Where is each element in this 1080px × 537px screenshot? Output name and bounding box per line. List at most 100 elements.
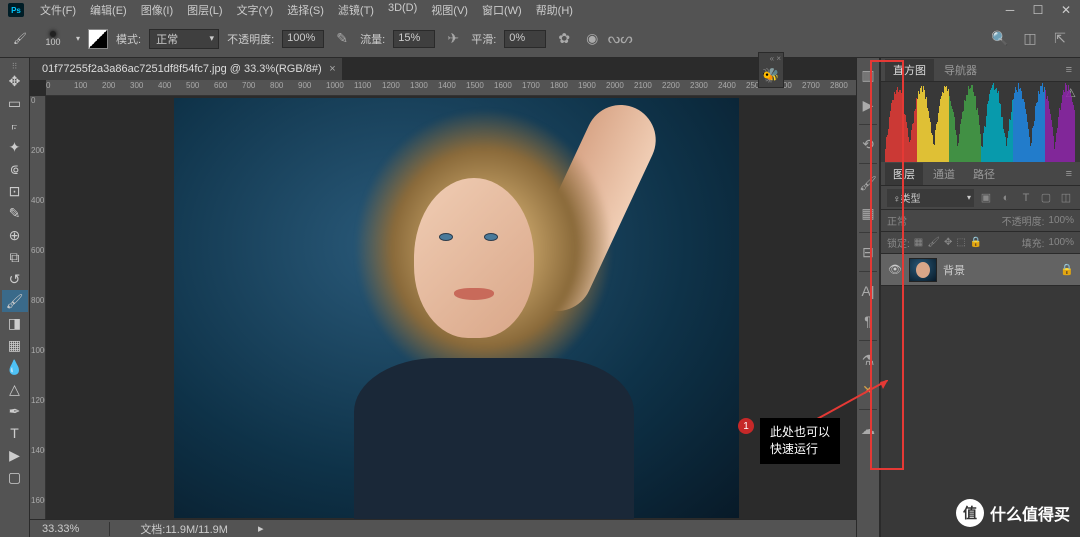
brush-settings-icon[interactable] [88, 29, 108, 49]
menu-help[interactable]: 帮助(H) [530, 0, 579, 20]
path-select-tool[interactable]: ▶ [2, 444, 28, 466]
dodge-tool[interactable]: △ [2, 378, 28, 400]
maximize-button[interactable]: ☐ [1024, 0, 1052, 20]
eraser-tool[interactable]: ◨ [2, 312, 28, 334]
tab-channels[interactable]: 通道 [925, 163, 963, 185]
smoothing-options-icon[interactable]: ✿ [554, 29, 574, 49]
titlebar: Ps 文件(F) 编辑(E) 图像(I) 图层(L) 文字(Y) 选择(S) 滤… [0, 0, 1080, 20]
layer-name[interactable]: 背景 [943, 262, 965, 278]
lock-trans-icon[interactable]: ▦ [914, 237, 923, 248]
pressure-size-icon[interactable]: ◉ [582, 29, 602, 49]
layer-visibility-icon[interactable]: 👁 [887, 263, 903, 276]
brush-tool[interactable]: 🖌 [2, 290, 28, 312]
tab-histogram[interactable]: 直方图 [885, 59, 934, 81]
menu-view[interactable]: 视图(V) [425, 0, 474, 20]
panel-icon-paragraph[interactable]: ¶ [858, 310, 878, 332]
eyedropper-tool[interactable]: ✎ [2, 202, 28, 224]
panel-icon-adjust[interactable]: ⊟ [858, 241, 878, 263]
panel-icon-history[interactable]: ⟲ [858, 133, 878, 155]
blend-mode-dropdown[interactable]: 正常 [149, 29, 219, 49]
marquee-tool[interactable]: ▭ [2, 92, 28, 114]
menu-select[interactable]: 选择(S) [281, 0, 330, 20]
brush-preset-picker[interactable]: 100 [38, 24, 68, 54]
zoom-level[interactable]: 33.33% [42, 523, 79, 535]
toolbox-grip[interactable]: ⠿ [12, 62, 18, 70]
share-icon[interactable]: ⇱ [1050, 29, 1070, 49]
crop-tool[interactable]: ⟃ [2, 158, 28, 180]
pen-tool[interactable]: ✒ [2, 400, 28, 422]
panel-icon-plugin1[interactable]: ⚗ [858, 349, 878, 371]
doc-info[interactable]: 文档:11.9M/11.9M [140, 521, 228, 537]
move-tool[interactable]: ✥ [2, 70, 28, 92]
gradient-tool[interactable]: ▦ [2, 334, 28, 356]
menu-image[interactable]: 图像(I) [135, 0, 179, 20]
quick-select-tool[interactable]: ✦ [2, 136, 28, 158]
lasso-tool[interactable]: ⟔ [2, 114, 28, 136]
menu-type[interactable]: 文字(Y) [231, 0, 280, 20]
clone-tool[interactable]: ⧉ [2, 246, 28, 268]
type-tool[interactable]: T [2, 422, 28, 444]
filter-adjust-icon[interactable]: ◐ [998, 190, 1014, 206]
layer-blend-mode[interactable]: 正常 [887, 213, 907, 228]
minimize-button[interactable]: ─ [996, 0, 1024, 20]
lock-all-icon[interactable]: 🔒 [970, 237, 982, 248]
pressure-opacity-icon[interactable]: ✎ [332, 29, 352, 49]
lock-paint-icon[interactable]: 🖌 [927, 237, 940, 248]
layer-opacity-value[interactable]: 100% [1048, 215, 1074, 226]
close-button[interactable]: ✕ [1052, 0, 1080, 20]
blur-tool[interactable]: 💧 [2, 356, 28, 378]
filter-pixel-icon[interactable]: ▣ [978, 190, 994, 206]
canvas-viewport[interactable] [46, 96, 856, 519]
opacity-input[interactable]: 100% [282, 30, 324, 48]
tab-paths[interactable]: 路径 [965, 163, 1003, 185]
layer-filter-dropdown[interactable]: ♀类型 [887, 189, 974, 207]
tab-navigator[interactable]: 导航器 [936, 59, 985, 81]
ruler-vertical[interactable]: 02004006008001000120014001600 [30, 96, 46, 519]
history-brush-tool[interactable]: ↺ [2, 268, 28, 290]
tool-preset-picker[interactable]: 🖌 [10, 29, 30, 49]
panel-icon-brush[interactable]: 🖌 [858, 172, 878, 194]
shape-tool[interactable]: ▢ [2, 466, 28, 488]
search-icon[interactable]: 🔍 [990, 29, 1010, 49]
menu-3d[interactable]: 3D(D) [382, 0, 423, 20]
lock-artboard-icon[interactable]: ⬚ [956, 237, 965, 248]
panel-icon-play[interactable]: ▶ [858, 94, 878, 116]
menu-edit[interactable]: 编辑(E) [84, 0, 133, 20]
frame-tool[interactable]: ⊡ [2, 180, 28, 202]
tab-layers[interactable]: 图层 [885, 163, 923, 185]
layer-row[interactable]: 👁 背景 🔒 [881, 254, 1080, 286]
brush-panel-toggle[interactable]: ▾ [76, 34, 80, 43]
symmetry-icon[interactable]: ᔓᔕ [610, 29, 630, 49]
layer-thumbnail[interactable] [909, 258, 937, 282]
smoothing-input[interactable]: 0% [504, 30, 546, 48]
panel-icon-libraries[interactable]: ☁ [858, 418, 878, 440]
menu-file[interactable]: 文件(F) [34, 0, 82, 20]
smoothing-label: 平滑: [471, 31, 496, 47]
tab-close-icon[interactable]: × [329, 63, 335, 75]
lock-pos-icon[interactable]: ✥ [944, 237, 952, 248]
workspace-icon[interactable]: ◫ [1020, 29, 1040, 49]
menu-window[interactable]: 窗口(W) [476, 0, 528, 20]
filter-smart-icon[interactable]: ◫ [1058, 190, 1074, 206]
fill-value[interactable]: 100% [1048, 237, 1074, 248]
panel-menu-icon[interactable]: ≡ [1062, 64, 1076, 76]
panel-icon-typekit[interactable]: A| [858, 280, 878, 302]
panel-icon-presets[interactable]: ▥ [858, 64, 878, 86]
ruler-horizontal[interactable]: 0100200300400500600700800900100011001200… [46, 80, 856, 96]
menu-layer[interactable]: 图层(L) [181, 0, 228, 20]
status-chevron-icon[interactable]: ▸ [258, 522, 264, 535]
panel-icon-plugin2[interactable]: ✕ [858, 379, 878, 401]
document-tab[interactable]: 01f77255f2a3a86ac7251df8f54fc7.jpg @ 33.… [30, 58, 342, 80]
healing-tool[interactable]: ⊕ [2, 224, 28, 246]
filter-shape-icon[interactable]: ▢ [1038, 190, 1054, 206]
menu-filter[interactable]: 滤镜(T) [332, 0, 380, 20]
filter-type-icon[interactable]: T [1018, 190, 1034, 206]
panel-icon-swatch[interactable]: ▦ [858, 202, 878, 224]
flow-input[interactable]: 15% [393, 30, 435, 48]
callout-text: 此处也可以 快速运行 [760, 418, 840, 464]
airbrush-icon[interactable]: ✈ [443, 29, 463, 49]
mini-panel-icon[interactable]: 🐝 [759, 63, 783, 87]
floating-mini-panel[interactable]: « × 🐝 [758, 52, 784, 88]
panel-menu-icon[interactable]: ≡ [1062, 168, 1076, 180]
mini-panel-collapse-icon[interactable]: « × [759, 53, 783, 63]
